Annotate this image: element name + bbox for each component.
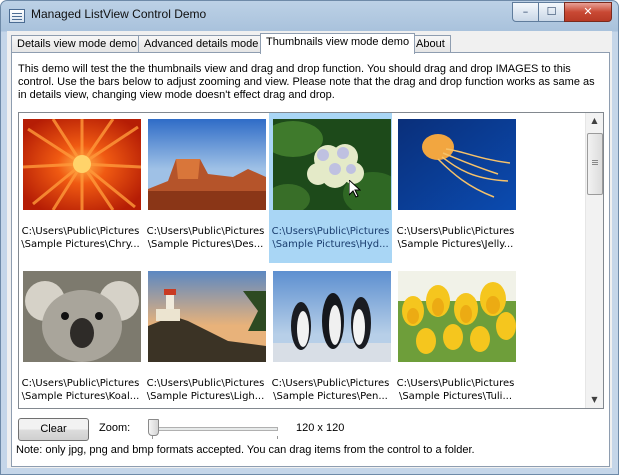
format-note: Note: only jpg, png and bmp formats acce… <box>16 444 475 456</box>
app-icon <box>9 9 25 23</box>
thumbnail-grid: C:\Users\Public\Pictures \Sample Pictures… <box>19 113 585 408</box>
thumbnails-tab-panel: This demo will test the the thumbnails v… <box>11 52 610 467</box>
tab-advanced-details[interactable]: Advanced details mode <box>138 35 265 53</box>
thumbnail-caption: C:\Users\Public\Pictures \Sample Pictures… <box>396 226 515 250</box>
jellyfish-image <box>398 119 516 210</box>
tulips-image <box>398 271 516 362</box>
zoom-value: 120 x 120 <box>296 422 345 434</box>
thumbnail-item-lighthouse[interactable]: C:\Users\Public\Pictures \Sample Pictures… <box>144 265 267 408</box>
thumbnail-item-koala[interactable]: C:\Users\Public\Pictures \Sample Pictures… <box>19 265 142 408</box>
tab-details-view[interactable]: Details view mode demo <box>11 35 143 53</box>
thumbnail-caption: C:\Users\Public\Pictures \Sample Pictures… <box>396 378 515 402</box>
desert-image <box>148 119 266 210</box>
mouse-cursor-icon <box>349 180 361 198</box>
thumbnail-caption: C:\Users\Public\Pictures \Sample Pictures… <box>146 226 265 250</box>
thumbnail-caption: C:\Users\Public\Pictures \Sample Pictures… <box>21 226 140 250</box>
thumbnail-caption: C:\Users\Public\Pictures \Sample Pictures… <box>21 378 140 402</box>
client-area: Details view mode demo Advanced details … <box>7 31 612 468</box>
hydrangeas-image <box>273 119 391 210</box>
penguins-image <box>273 271 391 362</box>
scrollbar-thumb[interactable] <box>587 133 603 195</box>
app-window: Managed ListView Control Demo – ☐ ✕ Deta… <box>0 0 619 475</box>
chrysanthemum-image <box>23 119 141 210</box>
zoom-slider-ticks <box>152 436 278 439</box>
close-button[interactable]: ✕ <box>564 2 612 22</box>
thumbnail-item-desert[interactable]: C:\Users\Public\Pictures \Sample Pictures… <box>144 113 267 263</box>
lighthouse-image <box>148 271 266 362</box>
thumbnail-item-penguins[interactable]: C:\Users\Public\Pictures \Sample Pictures… <box>269 265 392 408</box>
thumbnail-item-tulips[interactable]: C:\Users\Public\Pictures \Sample Pictures… <box>394 265 517 408</box>
zoom-slider-thumb[interactable] <box>148 419 159 436</box>
zoom-label: Zoom: <box>99 422 131 434</box>
koala-image <box>23 271 141 362</box>
thumbnail-caption: C:\Users\Public\Pictures \Sample Pictures… <box>271 226 390 250</box>
vertical-scrollbar[interactable]: ▲ ▼ <box>585 113 603 408</box>
zoom-slider-track <box>148 427 278 431</box>
thumbnail-caption: C:\Users\Public\Pictures \Sample Pictures… <box>271 378 390 402</box>
tab-thumbnails-view[interactable]: Thumbnails view mode demo <box>260 33 416 54</box>
scroll-up-icon[interactable]: ▲ <box>586 113 603 129</box>
thumbnail-caption: C:\Users\Public\Pictures \Sample Pictures… <box>146 378 265 402</box>
thumbnail-listview[interactable]: C:\Users\Public\Pictures \Sample Pictures… <box>18 112 604 409</box>
title-bar[interactable]: Managed ListView Control Demo – ☐ ✕ <box>1 1 618 31</box>
minimize-button[interactable]: – <box>512 2 539 22</box>
zoom-slider[interactable] <box>144 417 284 439</box>
scroll-down-icon[interactable]: ▼ <box>586 392 603 408</box>
thumbnail-item-jellyfish[interactable]: C:\Users\Public\Pictures \Sample Pictures… <box>394 113 517 263</box>
window-title: Managed ListView Control Demo <box>31 7 207 21</box>
maximize-button[interactable]: ☐ <box>538 2 565 22</box>
tab-about[interactable]: About <box>410 35 451 53</box>
clear-button[interactable]: Clear <box>18 418 89 441</box>
thumbnail-item-hydrangeas[interactable]: C:\Users\Public\Pictures \Sample Pictures… <box>269 113 392 263</box>
description-text: This demo will test the the thumbnails v… <box>18 63 595 101</box>
thumbnail-item-chrysanthemum[interactable]: C:\Users\Public\Pictures \Sample Pictures… <box>19 113 142 263</box>
